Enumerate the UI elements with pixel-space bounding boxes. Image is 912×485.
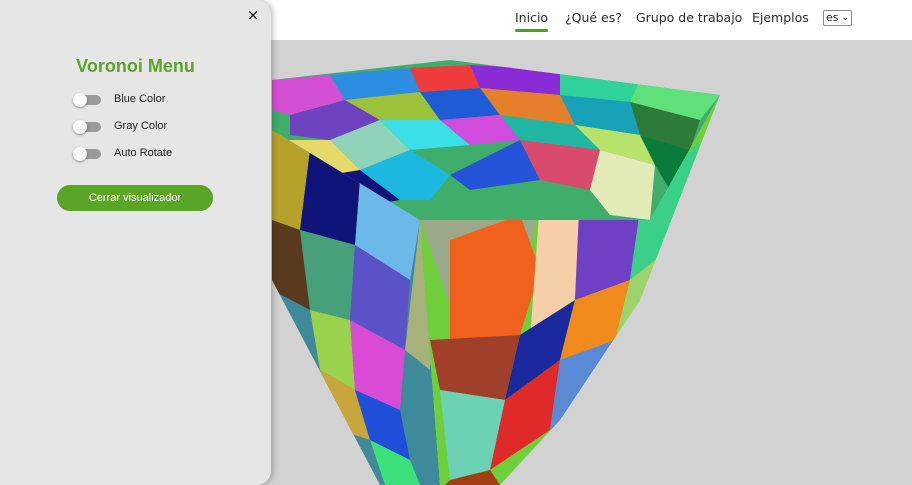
- toggle-label: Blue Color: [114, 93, 166, 105]
- gray-color-toggle[interactable]: [73, 120, 101, 134]
- nav-link-inicio[interactable]: Inicio: [515, 10, 549, 32]
- toggle-label: Gray Color: [114, 120, 168, 132]
- toggle-knob: [73, 147, 87, 161]
- close-icon[interactable]: ×: [244, 6, 262, 24]
- menu-title: Voronoi Menu: [76, 56, 195, 76]
- chevron-down-icon: ⌄: [841, 13, 849, 23]
- toggle-knob: [73, 93, 87, 107]
- nav-link-ejemplos[interactable]: Ejemplos: [752, 10, 809, 25]
- toggle-knob: [73, 120, 87, 134]
- blue-color-toggle[interactable]: [73, 93, 101, 107]
- language-value: es: [826, 11, 839, 24]
- close-viewer-button[interactable]: Cerrar visualizador: [57, 185, 213, 211]
- nav-link-grupo-de-trabajo[interactable]: Grupo de trabajo: [636, 10, 742, 25]
- toggle-label: Auto Rotate: [114, 147, 173, 159]
- voronoi-menu-drawer: × Voronoi Menu Blue Color Gray Color Aut…: [0, 0, 271, 485]
- auto-rotate-toggle[interactable]: [73, 147, 101, 161]
- nav-link-que-es[interactable]: ¿Qué es?: [565, 10, 622, 25]
- language-select[interactable]: es ⌄: [823, 10, 852, 26]
